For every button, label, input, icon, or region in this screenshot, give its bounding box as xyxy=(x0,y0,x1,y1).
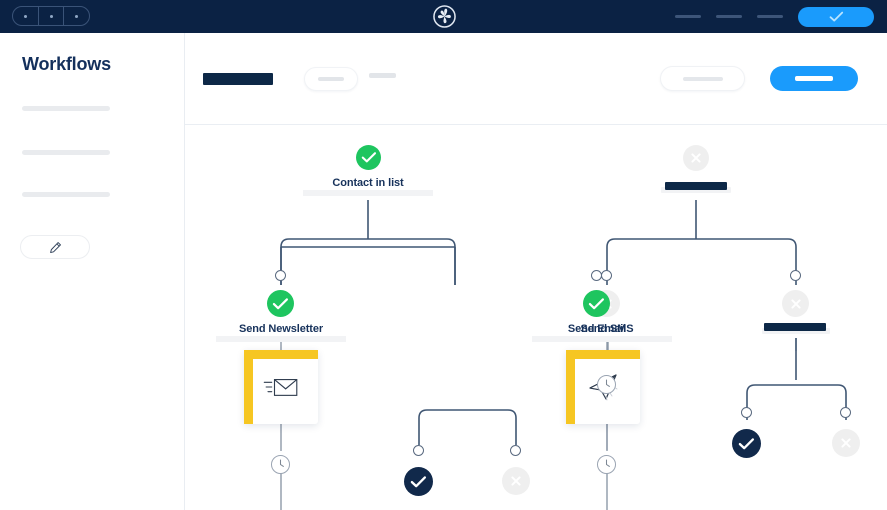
window-control-close[interactable] xyxy=(64,7,89,25)
card-newsletter[interactable] xyxy=(244,350,318,424)
close-dot-icon xyxy=(75,14,79,18)
minimize-dot-icon xyxy=(23,14,27,18)
check-circle-icon xyxy=(588,297,604,309)
status-badge-failed xyxy=(832,429,860,457)
connector-dot-icon xyxy=(413,445,424,456)
status-badge-failed xyxy=(683,145,709,171)
app-window: Workflows Contact in list Send Newslette… xyxy=(0,0,887,510)
toolbar-secondary-label xyxy=(682,76,723,81)
edit-button[interactable] xyxy=(20,235,90,259)
title-bar xyxy=(0,0,887,33)
status-badge-confirmed xyxy=(404,467,433,496)
connector-dot-icon xyxy=(275,270,286,281)
nav-link-1[interactable] xyxy=(675,15,701,18)
status-badge-success xyxy=(267,290,294,317)
envelope-icon xyxy=(263,379,298,396)
status-badge-confirmed xyxy=(732,429,761,458)
clock-icon xyxy=(605,459,610,467)
x-circle-icon xyxy=(841,438,851,448)
workflow-canvas[interactable]: Contact in list Send Newsletter Send SMS… xyxy=(185,125,887,510)
window-control-minimize[interactable] xyxy=(13,7,39,25)
node-label: Contact in list xyxy=(303,177,433,196)
x-circle-icon xyxy=(790,298,801,309)
toolbar-filter-pill[interactable] xyxy=(304,67,358,91)
check-circle-icon xyxy=(361,152,376,163)
nav-link-3[interactable] xyxy=(757,15,783,18)
sidebar-item-3[interactable] xyxy=(22,192,110,197)
delay-node-newsletter[interactable] xyxy=(271,455,290,474)
window-controls[interactable] xyxy=(12,6,90,26)
status-badge-failed xyxy=(502,467,530,495)
connector-dot-icon xyxy=(790,270,801,281)
topbar-cta-button[interactable] xyxy=(798,6,874,27)
sidebar: Workflows xyxy=(0,33,185,510)
connector-dot-icon xyxy=(591,270,602,281)
toolbar-title-redacted xyxy=(203,73,273,85)
x-circle-icon xyxy=(691,153,701,163)
toolbar-filter-label xyxy=(318,77,344,81)
sidebar-item-1[interactable] xyxy=(22,106,110,111)
connector-dot-icon xyxy=(510,445,521,456)
topbar-nav[interactable] xyxy=(675,0,887,33)
toolbar-secondary-button[interactable] xyxy=(660,66,745,91)
sidebar-item-2[interactable] xyxy=(22,150,110,155)
page-title: Workflows xyxy=(22,54,111,74)
nav-link-2[interactable] xyxy=(716,15,742,18)
pencil-icon xyxy=(49,241,61,253)
sprocket-logo-icon[interactable] xyxy=(433,5,456,28)
check-icon xyxy=(829,11,843,21)
toolbar-ghost-link[interactable] xyxy=(369,73,396,78)
status-badge-success xyxy=(356,145,381,170)
maximize-dot-icon xyxy=(49,14,53,18)
toolbar-primary-label xyxy=(795,76,833,81)
delay-node-sms[interactable] xyxy=(597,375,616,394)
connector-lines xyxy=(280,200,847,510)
toolbar-primary-button[interactable] xyxy=(770,66,858,91)
node-label-redacted xyxy=(764,323,826,331)
delay-node-email[interactable] xyxy=(597,455,616,474)
check-circle-icon xyxy=(272,297,288,309)
toolbar xyxy=(185,33,887,125)
node-label: Send Email xyxy=(532,323,662,342)
node-label-redacted xyxy=(665,182,727,190)
x-circle-icon xyxy=(511,476,521,486)
status-badge-success xyxy=(583,290,610,317)
clock-icon xyxy=(279,459,284,467)
connector-dot-icon xyxy=(741,407,752,418)
connector-dot-icon xyxy=(840,407,851,418)
node-label: Send Newsletter xyxy=(216,323,346,342)
window-control-maximize[interactable] xyxy=(39,7,65,25)
connector-dot-icon xyxy=(601,270,612,281)
clock-icon xyxy=(605,379,610,387)
check-circle-icon xyxy=(738,437,755,449)
check-circle-icon xyxy=(410,475,427,487)
status-badge-failed xyxy=(782,290,809,317)
